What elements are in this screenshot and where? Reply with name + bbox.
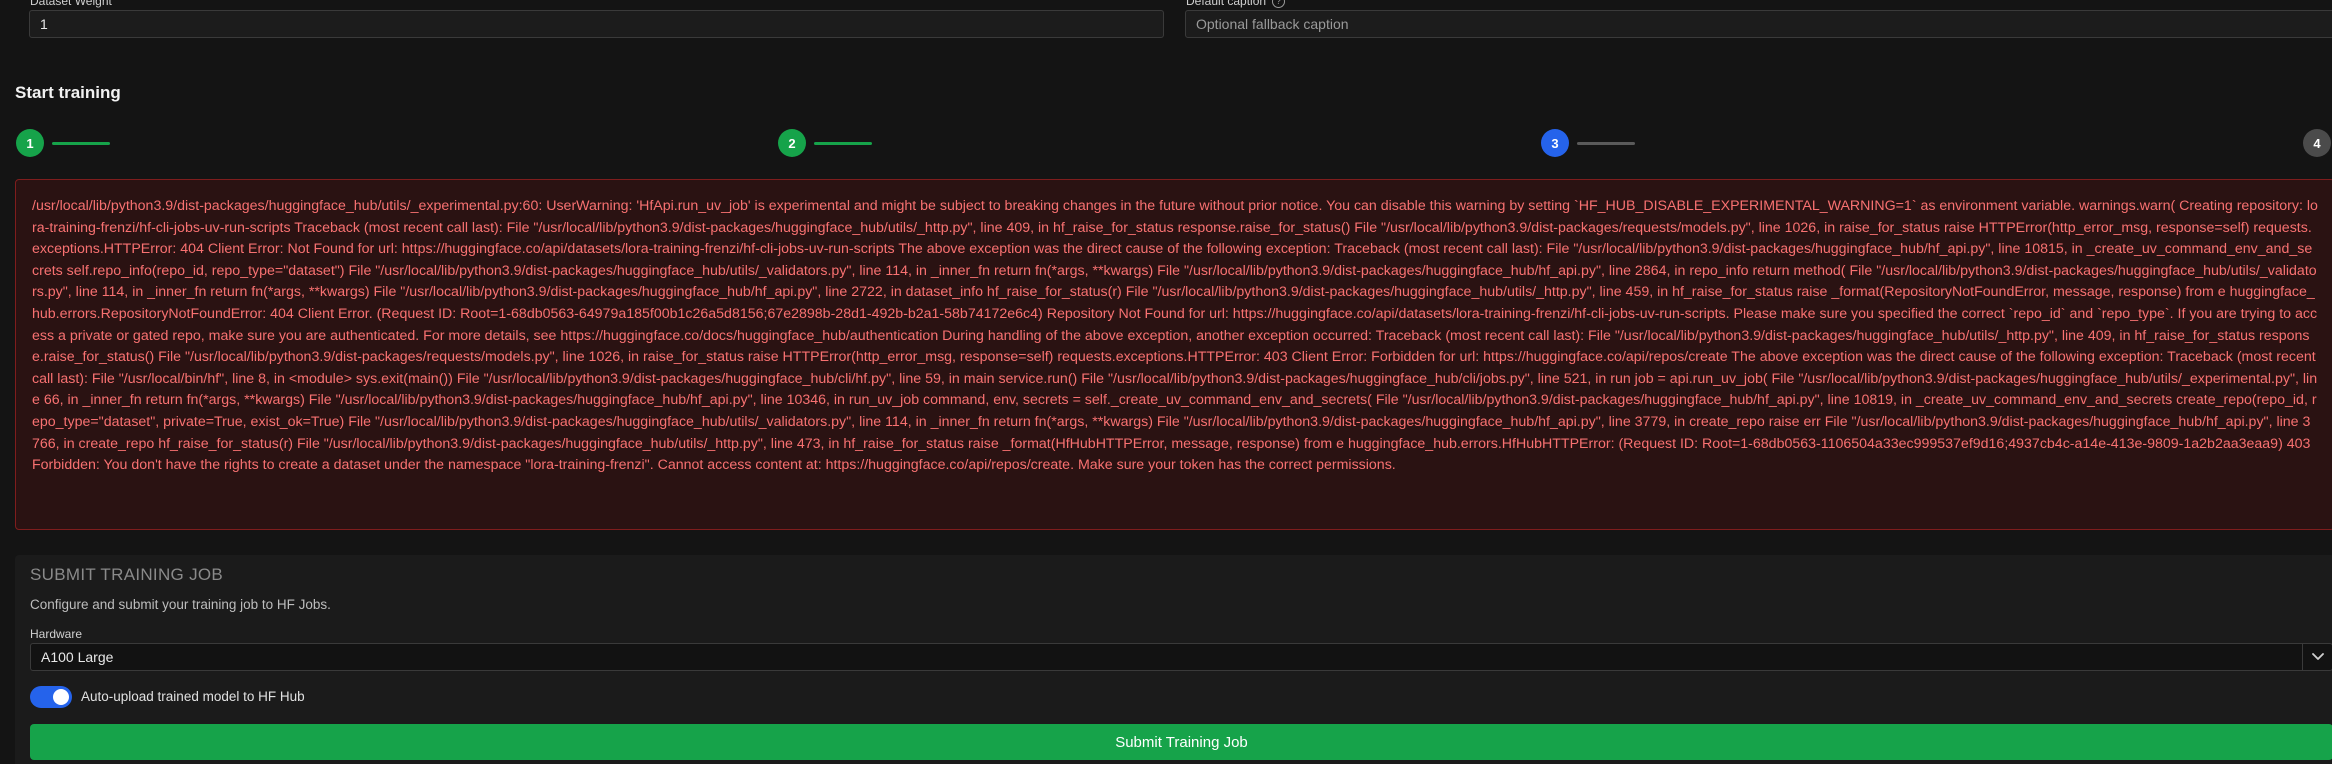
training-page: Dataset Weight 1 Default caption? Option…	[0, 0, 2332, 764]
default-caption-input[interactable]: Optional fallback caption	[1185, 10, 2332, 38]
hardware-label: Hardware	[30, 627, 83, 641]
toggle-knob	[53, 689, 69, 705]
step-2: 2	[778, 129, 872, 157]
step-3-circle: 3	[1541, 129, 1569, 157]
hardware-selected-value: A100 Large	[41, 649, 114, 665]
hardware-select[interactable]: A100 Large	[30, 643, 2332, 671]
step-4: 4	[2303, 129, 2331, 157]
step-1-connector	[52, 141, 110, 145]
submit-panel-title: SUBMIT TRAINING JOB	[30, 565, 224, 584]
step-2-circle: 2	[778, 129, 806, 157]
error-message-text: /usr/local/lib/python3.9/dist-packages/h…	[32, 198, 2318, 474]
dataset-weight-label: Dataset Weight	[30, 0, 112, 8]
step-1-circle: 1	[16, 129, 44, 157]
chevron-down-icon[interactable]	[2302, 644, 2332, 670]
default-caption-label: Default caption?	[1186, 0, 1286, 9]
step-4-circle: 4	[2303, 129, 2331, 157]
step-1: 1	[16, 129, 110, 157]
submit-training-job-button[interactable]: Submit Training Job	[30, 724, 2332, 760]
error-message-box: /usr/local/lib/python3.9/dist-packages/h…	[15, 179, 2332, 530]
step-3-connector	[1577, 141, 1635, 145]
auto-upload-label: Auto-upload trained model to HF Hub	[81, 689, 305, 704]
dataset-weight-input[interactable]: 1	[29, 10, 1164, 38]
submit-training-panel: SUBMIT TRAINING JOB Configure and submit…	[15, 555, 2332, 764]
step-2-connector	[814, 141, 872, 145]
submit-panel-description: Configure and submit your training job t…	[30, 597, 331, 612]
help-icon[interactable]: ?	[1272, 0, 1286, 9]
auto-upload-toggle[interactable]	[30, 686, 72, 708]
start-training-title: Start training	[15, 83, 121, 102]
step-3: 3	[1541, 129, 1635, 157]
